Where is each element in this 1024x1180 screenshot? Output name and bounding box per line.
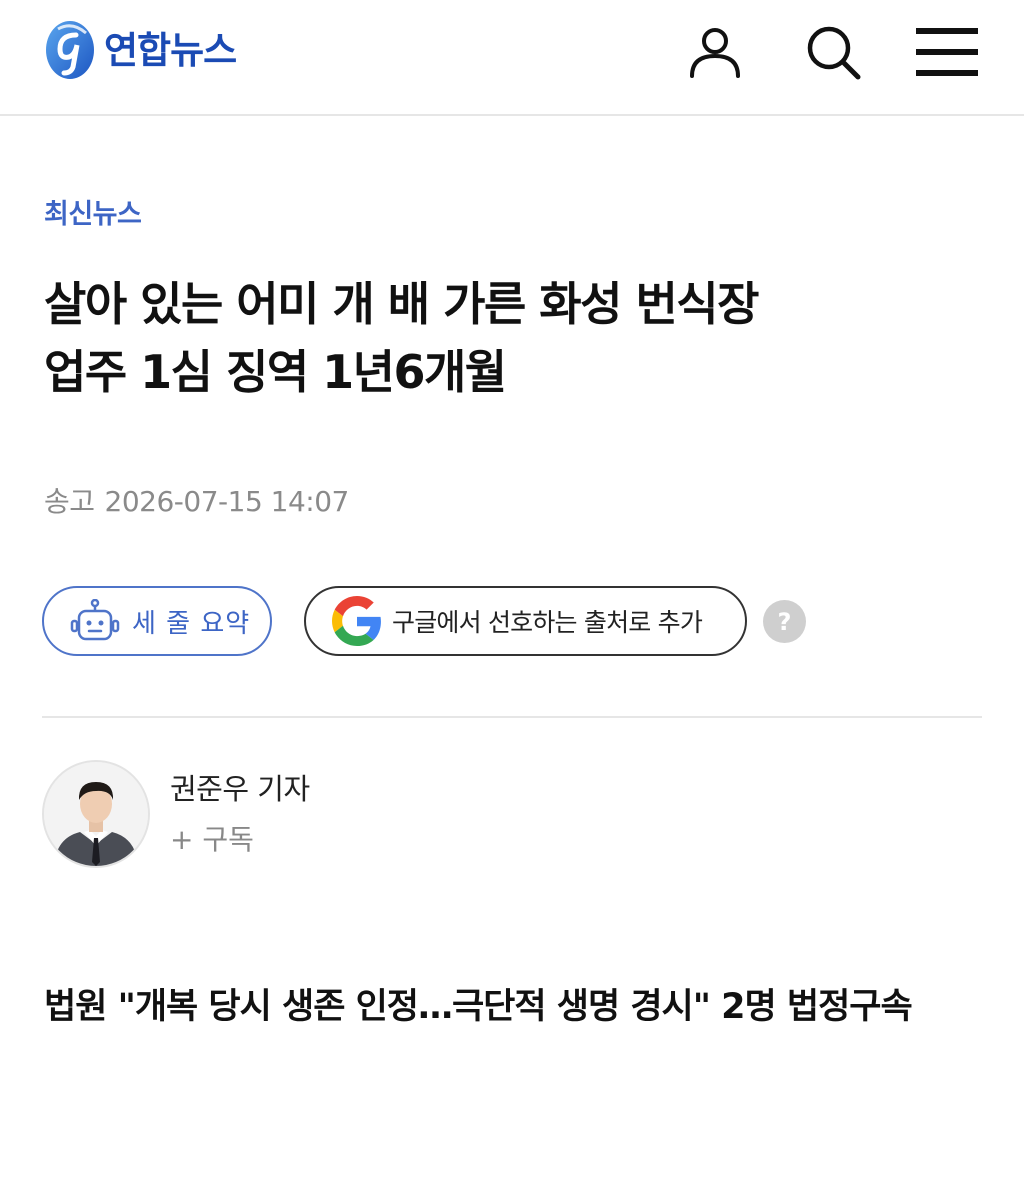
- menu-icon[interactable]: [912, 20, 982, 84]
- category-label[interactable]: 최신뉴스: [44, 192, 142, 231]
- logo-text: 연합뉴스: [104, 28, 237, 72]
- reporter-name[interactable]: 권준우 기자: [170, 766, 310, 808]
- yonhap-logo-icon: [46, 21, 94, 79]
- google-icon: [332, 596, 381, 646]
- add-google-preferred-source-button[interactable]: 구글에서 선호하는 출처로 추가: [304, 586, 747, 656]
- date-label: 송고: [44, 485, 95, 518]
- search-icon[interactable]: [798, 20, 868, 84]
- three-line-summary-button[interactable]: 세 줄 요약: [42, 586, 272, 656]
- yonhap-logo[interactable]: 연합뉴스: [42, 18, 237, 82]
- article-subheadline: 법원 "개복 당시 생존 인정…극단적 생명 경시" 2명 법정구속: [44, 987, 913, 1027]
- help-icon[interactable]: ?: [763, 600, 806, 643]
- reporter-avatar[interactable]: [42, 760, 150, 868]
- article-headline: 살아 있는 어미 개 배 가른 화성 번식장 업주 1심 징역 1년6개월: [44, 270, 984, 406]
- publish-date: 송고 2026-07-15 14:07: [44, 480, 349, 520]
- divider: [42, 716, 982, 718]
- headline-line-2: 업주 1심 징역 1년6개월: [44, 345, 507, 399]
- user-icon[interactable]: [680, 20, 750, 84]
- summary-button-label: 세 줄 요약: [132, 608, 251, 639]
- date-value: 2026-07-15 14:07: [104, 485, 350, 518]
- google-button-label: 구글에서 선호하는 출처로 추가: [392, 608, 703, 637]
- robot-icon: [70, 599, 120, 641]
- subscribe-button[interactable]: + 구독: [170, 818, 254, 858]
- top-bar: 연합뉴스: [0, 0, 1024, 116]
- headline-line-1: 살아 있는 어미 개 배 가른 화성 번식장: [44, 277, 759, 331]
